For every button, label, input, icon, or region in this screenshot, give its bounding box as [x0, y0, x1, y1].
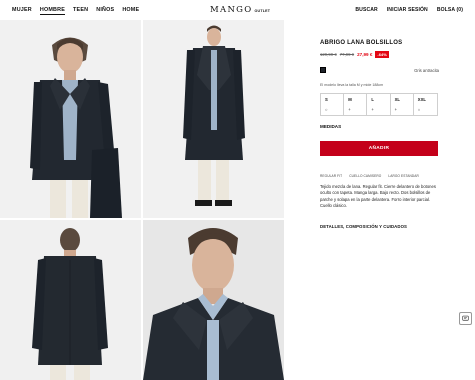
chat-button[interactable] — [459, 312, 472, 325]
feature-collar: CUELLO CAMISERO — [349, 174, 382, 178]
size-label: S — [325, 97, 328, 102]
color-name: Gris antracita — [414, 67, 439, 73]
size-label: M — [348, 97, 352, 102]
size-availability: ○ — [325, 107, 328, 112]
size-option-xl[interactable]: XL + — [391, 94, 414, 115]
model-size-note: El modelo lleva la talla M y mide 188cm — [320, 83, 384, 87]
model-full-illustration — [143, 20, 284, 218]
chat-icon — [462, 315, 469, 321]
size-option-m[interactable]: M + — [344, 94, 368, 115]
size-availability: + — [371, 107, 374, 112]
size-label: L — [371, 97, 374, 102]
product-photo-full[interactable] — [143, 20, 284, 218]
nav-ninos[interactable]: NIÑOS — [96, 7, 114, 15]
size-availability: + — [348, 107, 351, 112]
logo-brand: MANGO — [210, 5, 253, 15]
feature-tags: REGULAR FIT CUELLO CAMISERO LARGO ESTAND… — [320, 174, 440, 178]
size-label: XXL — [417, 97, 426, 102]
product-photo-back[interactable] — [0, 220, 141, 380]
nav-mujer[interactable]: MUJER — [12, 7, 32, 15]
account-nav: BUSCAR INICIAR SESIÓN BOLSA (0) — [355, 7, 463, 13]
size-label: XL — [394, 97, 400, 102]
measurements-link[interactable]: MEDIDAS — [320, 124, 440, 129]
size-selector: S ○ M + L + XL + XXL ○ — [320, 93, 438, 116]
feature-length: LARGO ESTANDAR — [388, 174, 419, 178]
nav-hombre[interactable]: HOMBRE — [39, 7, 66, 15]
size-option-s[interactable]: S ○ — [321, 94, 345, 115]
login-link[interactable]: INICIAR SESIÓN — [387, 7, 428, 13]
main-nav: MUJER HOMBRE TEEN NIÑOS HOME — [12, 7, 139, 15]
original-price: 129,99 € — [320, 52, 337, 57]
product-photo-front[interactable] — [0, 20, 141, 218]
model-front-illustration — [0, 20, 141, 218]
size-option-l[interactable]: L + — [367, 94, 391, 115]
discount-badge: -64% — [375, 51, 389, 58]
size-option-xxl[interactable]: XXL ○ — [414, 94, 437, 115]
model-closeup-illustration — [143, 220, 284, 380]
price-row: 129,99 € 77,99 € 27,99 € -64% — [320, 51, 440, 58]
mango-outlet-logo[interactable]: MANGO OUTLET — [210, 5, 270, 15]
sale-price: 27,99 € — [357, 52, 373, 57]
color-swatch[interactable] — [320, 67, 326, 73]
model-back-illustration — [0, 220, 141, 380]
bag-link[interactable]: BOLSA (0) — [437, 7, 463, 13]
previous-price: 77,99 € — [339, 52, 355, 57]
details-accordion[interactable]: DETALLES, COMPOSICIÓN Y CUIDADOS — [320, 224, 440, 229]
size-availability: + — [394, 107, 398, 112]
product-description: Tejido mezcla de lana. Regular fit. Cier… — [320, 184, 436, 208]
product-photo-closeup[interactable] — [143, 220, 284, 380]
nav-home[interactable]: HOME — [122, 7, 139, 15]
product-info-panel: ABRIGO LANA BOLSILLOS 129,99 € 77,99 € 2… — [320, 40, 440, 229]
color-selector: Gris antracita — [320, 67, 440, 73]
add-to-bag-button[interactable]: AÑADIR — [320, 141, 438, 156]
size-availability: ○ — [417, 107, 421, 112]
top-header: MUJER HOMBRE TEEN NIÑOS HOME MANGO OUTLE… — [0, 0, 475, 20]
feature-fit: REGULAR FIT — [320, 174, 343, 178]
search-link[interactable]: BUSCAR — [355, 7, 377, 13]
nav-teen[interactable]: TEEN — [73, 7, 88, 15]
logo-suffix: OUTLET — [254, 9, 271, 13]
product-title: ABRIGO LANA BOLSILLOS — [320, 40, 403, 46]
